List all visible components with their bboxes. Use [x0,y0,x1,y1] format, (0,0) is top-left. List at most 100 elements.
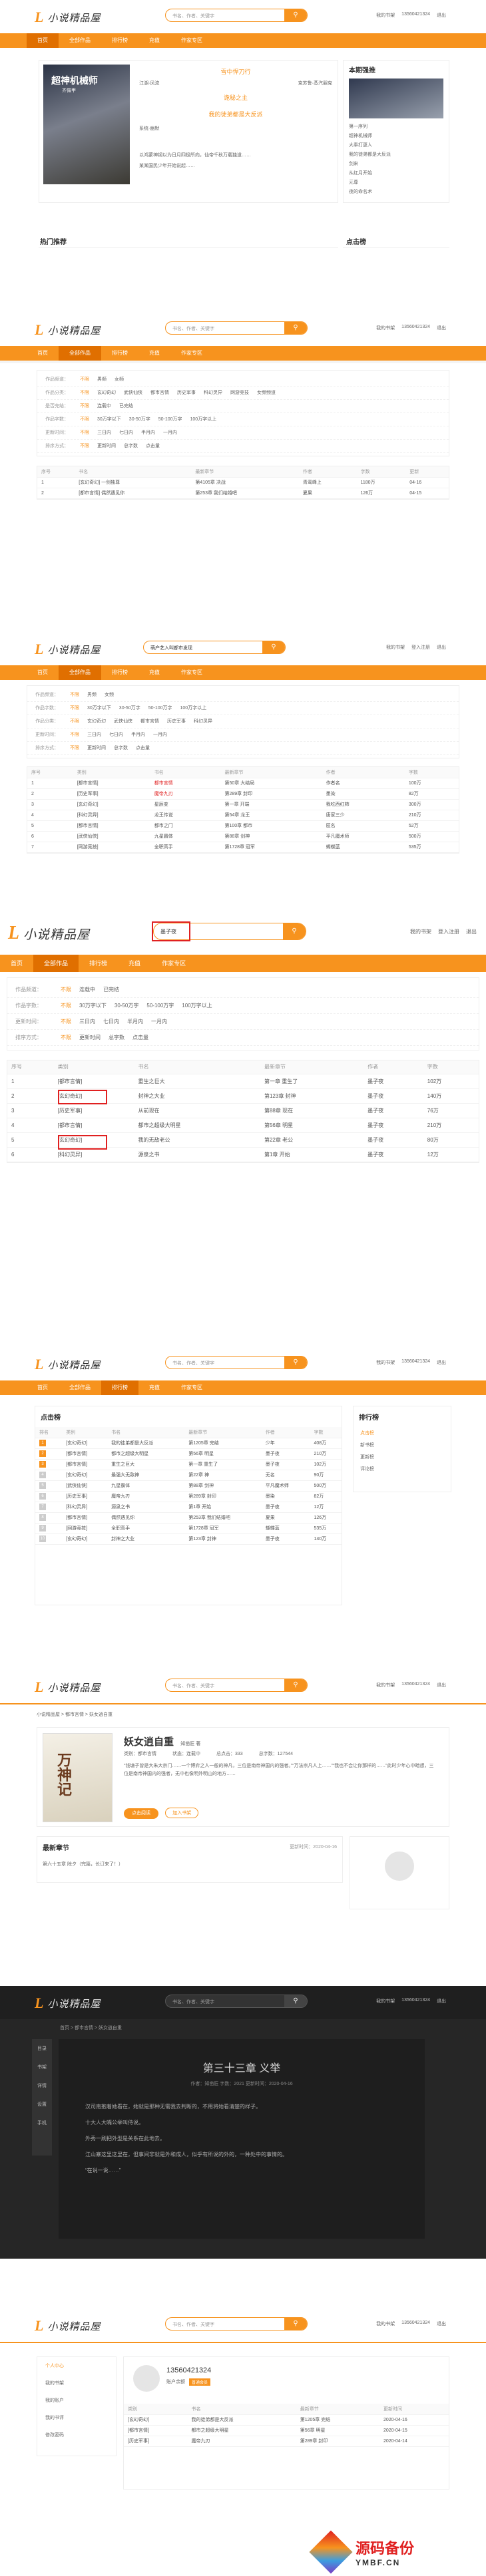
logo[interactable]: L 小说精品屋 [35,321,101,339]
my-bookshelf-link[interactable]: 我的书架 [376,12,395,19]
phone-link[interactable]: 13560421324 [401,1359,430,1366]
logo[interactable]: L 小说精品屋 [35,641,101,658]
nav-all[interactable]: 全部作品 [59,346,101,361]
search-input[interactable]: 书名、作者、关键字 [172,325,214,332]
menu-password[interactable]: 修改密码 [37,2426,116,2444]
logo[interactable]: L 小说精品屋 [35,2317,101,2334]
table-row[interactable]: 10 [玄幻奇幻] 封神之大业 第123章 封神 墨子夜 140万 [35,1533,342,1545]
table-row[interactable]: 3 [玄幻奇幻] 星辰变 第一章 开端 我吃西红柿 300万 [27,799,459,810]
side-detail[interactable]: 详情 [32,2076,52,2095]
table-row[interactable]: 5 [武侠仙侠] 九星霸体 第88章 剑神 平凡魔术师 500万 [35,1480,342,1492]
nav-pay[interactable]: 充值 [138,346,170,361]
logout-link[interactable]: 退出 [437,1682,446,1689]
logout-link[interactable]: 退出 [437,1359,446,1366]
logout-link[interactable]: 退出 [437,1998,446,2005]
side-shelf[interactable]: 书架 [32,2058,52,2076]
nav-rank[interactable]: 排行榜 [101,1380,138,1395]
book-cover[interactable]: 万神记 [43,1733,113,1822]
menu-comments[interactable]: 我的书评 [37,2409,116,2426]
nav-pay[interactable]: 充值 [138,1380,170,1395]
search-button[interactable]: ⚲ [284,9,307,21]
nav-rank[interactable]: 排行榜 [79,955,118,972]
logo[interactable]: L 小说精品屋 [35,1995,101,2012]
login-link[interactable]: 登入注册 [411,644,430,651]
mid-title-2[interactable]: 诡秘之主 [139,93,332,102]
rank-side-item[interactable]: 点击榜 [354,1427,451,1439]
logout-link[interactable]: 退出 [437,325,446,331]
recommend-item[interactable]: 从红月开始 [349,169,443,178]
my-bookshelf-link[interactable]: 我的书架 [376,1682,395,1689]
table-row[interactable]: 3 [都市言情] 重生之巨大 第一章 重生了 墨子夜 102万 [35,1459,342,1470]
rank-side-item[interactable]: 新书榜 [354,1439,451,1451]
search-button[interactable]: ⚲ [284,1995,307,2007]
logout-link[interactable]: 退出 [437,2321,446,2327]
side-catalog[interactable]: 目录 [32,2039,52,2058]
search-button[interactable]: ⚲ [262,641,285,653]
search-bar[interactable]: 书名、作者、关键字 ⚲ [165,321,308,335]
nav-all[interactable]: 全部作品 [59,1380,101,1395]
nav-author[interactable]: 作家专区 [170,665,213,680]
table-row[interactable]: 3 [历史军事] 从前现在 第88章 现在 墨子夜 76万 [7,1103,479,1118]
nav-home[interactable]: 首页 [27,346,59,361]
table-row[interactable]: [玄幻奇幻] 我的徒弟都是大反派 第1205章 完结 2020-04-16 [124,2414,449,2426]
search-button[interactable]: ⚲ [283,923,306,939]
table-row[interactable]: 6 [历史军事] 魔帝九刃 第289章 封印 墨染 82万 [35,1491,342,1502]
book-author[interactable]: 知凿匠 著 [180,1742,200,1746]
table-row[interactable]: 7 [网游竞技] 全职高手 第1728章 冠军 蝴蝶蓝 535万 [27,842,459,853]
recommend-item[interactable]: 超神机械师 [349,132,443,141]
recommend-item[interactable]: 大奉打更人 [349,141,443,150]
nav-pay[interactable]: 充值 [118,955,151,972]
table-row[interactable]: 8 [都市言情] 偶然遇见你 第253章 我们结婚吧 夏果 126万 [35,1512,342,1524]
table-row[interactable]: 2 [都市言情] 都市之超级大明星 第56章 明星 墨子夜 210万 [35,1448,342,1460]
logo[interactable]: L 小说精品屋 [8,923,90,944]
phone-link[interactable]: 13560421324 [401,1998,430,2005]
table-row[interactable]: 5 [都市言情] 都市之门 第100章 都市 匿名 52万 [27,820,459,832]
nav-home[interactable]: 首页 [27,1380,59,1395]
nav-author[interactable]: 作家专区 [170,33,213,48]
table-row[interactable]: 6 [武侠仙侠] 九星霸体 第88章 剑神 平凡魔术师 500万 [27,831,459,842]
nav-home[interactable]: 首页 [0,955,33,972]
recommend-cover[interactable] [349,79,443,118]
nav-pay[interactable]: 充值 [138,33,170,48]
logo[interactable]: L 小说精品屋 [35,1679,101,1696]
table-row[interactable]: 1 [玄幻奇幻] 一剑独尊 第4105章 决战 青鸾峰上 1180万 04-16 [37,477,449,488]
nav-rank[interactable]: 排行榜 [101,665,138,680]
table-row[interactable]: 4 [都市言情] 都市之超级大明星 第56章 明星 墨子夜 210万 [7,1118,479,1133]
search-button[interactable]: ⚲ [284,1357,307,1368]
search-bar[interactable]: 书名、作者、关键字 ⚲ [165,1995,308,2008]
add-shelf-button[interactable]: 加入书架 [165,1808,199,1818]
table-row[interactable]: 9 [网游竞技] 全职高手 第1728章 冠军 蝴蝶蓝 535万 [35,1523,342,1534]
side-mobile[interactable]: 手机 [32,2114,52,2132]
table-row[interactable]: 2 [都市言情] 偶然遇见你 第253章 我们结婚吧 夏果 126万 04-15 [37,488,449,499]
nav-pay[interactable]: 充值 [138,665,170,680]
table-row[interactable]: 4 [玄幻奇幻] 最强大无敌神 第22章 神无名 90万 [35,1470,342,1481]
table-row[interactable]: 1 [都市言情] 都市言情 第50章 大结局 作者名 100万 [27,778,459,789]
recommend-item[interactable]: 第一序列 [349,122,443,132]
breadcrumb[interactable]: 首页 > 都市言情 > 妖女逍自重 [60,2024,426,2031]
read-button[interactable]: 点击阅读 [124,1808,158,1819]
search-input[interactable]: 书名、作者、关键字 [172,1999,214,2005]
search-bar[interactable]: 书名、作者、关键字 ⚲ [165,1356,308,1369]
logout-link[interactable]: 退出 [466,928,477,935]
table-row[interactable]: 1 [玄幻奇幻] 我的徒弟都是大反派 第1205章 完结 少年 408万 [35,1438,342,1449]
rank-side-item[interactable]: 更新榜 [354,1451,451,1463]
table-row[interactable]: 1 [都市言情] 重生之巨大 第一章 重生了 墨子夜 102万 [7,1074,479,1089]
search-input[interactable]: 书名、作者、关键字 [172,13,214,19]
side-setting[interactable]: 设置 [32,2095,52,2114]
nav-all[interactable]: 全部作品 [59,665,101,680]
my-bookshelf-link[interactable]: 我的书架 [376,1998,395,2005]
search-bar[interactable]: 书名、作者、关键字 ⚲ [165,2317,308,2331]
phone-link[interactable]: 13560421324 [401,325,430,331]
search-input[interactable]: 书名、作者、关键字 [172,1360,214,1367]
nav-author[interactable]: 作家专区 [170,346,213,361]
recommend-item[interactable]: 夜的命名术 [349,188,443,197]
search-bar[interactable]: 书名、作者、关键字 ⚲ [165,9,308,22]
breadcrumb[interactable]: 小说精品屋 > 都市言情 > 妖女逍自重 [37,1711,449,1718]
table-row[interactable]: [历史军事] 魔帝九刃 第289章 封印 2020-04-14 [124,2436,449,2447]
featured-cover[interactable]: 超神机械师 齐佩甲 [43,65,130,184]
nav-rank[interactable]: 排行榜 [101,346,138,361]
phone-link[interactable]: 13560421324 [401,1682,430,1689]
search-button[interactable]: ⚲ [284,2318,307,2330]
nav-home[interactable]: 首页 [27,665,59,680]
phone-link[interactable]: 13560421324 [401,12,430,19]
